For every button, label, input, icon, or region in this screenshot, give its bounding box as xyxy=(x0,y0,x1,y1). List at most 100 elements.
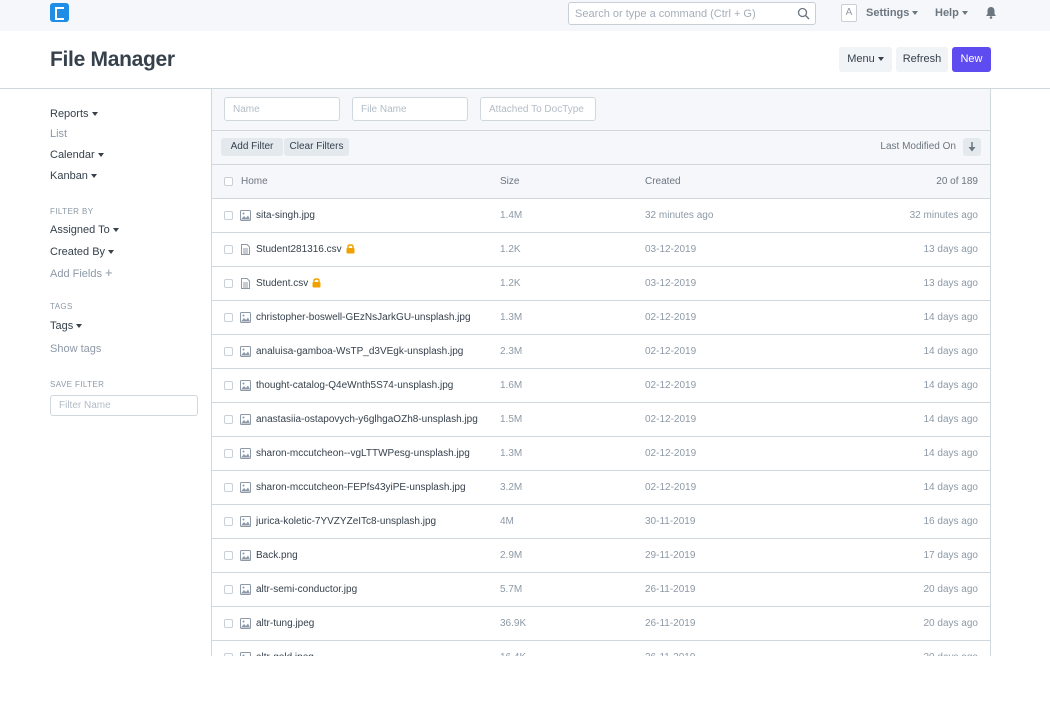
row-checkbox[interactable] xyxy=(224,619,233,628)
file-size: 1.3M xyxy=(500,448,523,459)
new-button[interactable]: New xyxy=(952,47,991,72)
table-row[interactable]: jurica-koletic-7YVZYZeITc8-unsplash.jpg 4… xyxy=(212,505,990,539)
add-fields-label: Add Fields xyxy=(50,268,102,280)
show-tags-link[interactable]: Show tags xyxy=(50,343,101,355)
bell-icon[interactable] xyxy=(985,6,997,19)
table-row[interactable]: anastasiia-ostapovych-y6glhgaOZh8-unspla… xyxy=(212,403,990,437)
help-dropdown[interactable]: Help xyxy=(935,7,968,19)
row-checkbox[interactable] xyxy=(224,585,233,594)
attached-to-doctype-filter-input[interactable] xyxy=(480,97,596,121)
row-checkbox[interactable] xyxy=(224,381,233,390)
file-name-filter-input[interactable] xyxy=(352,97,468,121)
sidebar-reports[interactable]: Reports xyxy=(50,108,98,120)
avatar[interactable]: A xyxy=(841,4,857,22)
filter-by-heading: FILTER BY xyxy=(50,207,94,216)
row-checkbox[interactable] xyxy=(224,551,233,560)
caret-down-icon xyxy=(97,153,104,158)
created-date: 02-12-2019 xyxy=(645,346,697,357)
add-fields-link[interactable]: Add Fields + xyxy=(50,265,113,280)
sidebar-list[interactable]: List xyxy=(50,128,67,140)
file-name-link[interactable]: Back.png xyxy=(256,550,298,561)
row-checkbox[interactable] xyxy=(224,483,233,492)
caret-down-icon xyxy=(961,11,968,16)
table-row[interactable]: Back.png 2.9M 29-11-2019 17 days ago xyxy=(212,539,990,573)
table-row[interactable]: sharon-mccutcheon-FEPfs43yiPE-unsplash.j… xyxy=(212,471,990,505)
file-name-link[interactable]: analuisa-gamboa-WsTP_d3VEgk-unsplash.jpg xyxy=(256,346,463,357)
file-name-link[interactable]: Student.csv xyxy=(256,278,308,289)
row-checkbox[interactable] xyxy=(224,653,233,656)
row-checkbox[interactable] xyxy=(224,279,233,288)
modified-time: 32 minutes ago xyxy=(909,210,978,221)
sidebar-assigned-to[interactable]: Assigned To xyxy=(50,224,119,236)
search-icon[interactable] xyxy=(797,7,810,20)
row-checkbox[interactable] xyxy=(224,415,233,424)
file-icon xyxy=(241,278,250,289)
refresh-button[interactable]: Refresh xyxy=(896,47,948,72)
file-name-link[interactable]: anastasiia-ostapovych-y6glhgaOZh8-unspla… xyxy=(256,414,478,425)
row-checkbox[interactable] xyxy=(224,449,233,458)
file-name-link[interactable]: sharon-mccutcheon--vgLTTWPesg-unsplash.j… xyxy=(256,448,470,459)
column-home[interactable]: Home xyxy=(241,176,268,187)
table-row[interactable]: christopher-boswell-GEzNsJarkGU-unsplash… xyxy=(212,301,990,335)
file-size: 2.9M xyxy=(500,550,523,561)
caret-down-icon xyxy=(112,228,119,233)
sidebar-tags[interactable]: Tags xyxy=(50,320,83,332)
sidebar-kanban[interactable]: Kanban xyxy=(50,170,97,182)
table-row[interactable]: thought-catalog-Q4eWnth5S74-unsplash.jpg… xyxy=(212,369,990,403)
modified-time: 20 days ago xyxy=(923,584,979,595)
assigned-to-label: Assigned To xyxy=(50,224,110,236)
file-name-link[interactable]: altr-tung.jpeg xyxy=(256,618,314,629)
file-name-link[interactable]: jurica-koletic-7YVZYZeITc8-unsplash.jpg xyxy=(256,516,436,527)
row-checkbox[interactable] xyxy=(224,517,233,526)
awesome-bar xyxy=(568,2,816,25)
name-filter-input[interactable] xyxy=(224,97,340,121)
file-name-link[interactable]: altr-gold.jpeg xyxy=(256,652,314,656)
created-date: 03-12-2019 xyxy=(645,278,697,289)
settings-dropdown[interactable]: Settings xyxy=(866,7,919,19)
navbar: A Settings Help xyxy=(0,0,1050,31)
created-date: 03-12-2019 xyxy=(645,244,697,255)
add-filter-button[interactable]: Add Filter xyxy=(221,138,283,156)
clear-filters-button[interactable]: Clear Filters xyxy=(284,138,349,156)
select-all-checkbox[interactable] xyxy=(224,177,233,186)
sidebar-calendar-label: Calendar xyxy=(50,149,95,161)
row-checkbox[interactable] xyxy=(224,211,233,220)
sidebar-created-by[interactable]: Created By xyxy=(50,246,115,258)
row-checkbox[interactable] xyxy=(224,245,233,254)
created-date: 29-11-2019 xyxy=(645,550,696,561)
caret-down-icon xyxy=(877,57,884,62)
table-row[interactable]: altr-gold.jpeg 16.4K 26-11-2019 20 days ago xyxy=(212,641,990,656)
file-name-link[interactable]: Student281316.csv xyxy=(256,244,342,255)
page-title: File Manager xyxy=(50,48,175,71)
file-name-link[interactable]: thought-catalog-Q4eWnth5S74-unsplash.jpg xyxy=(256,380,453,391)
menu-button[interactable]: Menu xyxy=(839,47,892,72)
file-size: 16.4K xyxy=(500,652,526,656)
sort-order-button[interactable] xyxy=(963,138,981,156)
app-logo[interactable] xyxy=(50,3,69,22)
table-row[interactable]: Student.csv 1.2K 03-12-2019 13 days ago xyxy=(212,267,990,301)
search-input[interactable] xyxy=(575,5,790,22)
row-checkbox[interactable] xyxy=(224,347,233,356)
filter-name-input[interactable] xyxy=(50,395,198,416)
file-name-link[interactable]: christopher-boswell-GEzNsJarkGU-unsplash… xyxy=(256,312,471,323)
image-icon xyxy=(240,448,251,459)
table-row[interactable]: sharon-mccutcheon--vgLTTWPesg-unsplash.j… xyxy=(212,437,990,471)
sort-selector[interactable]: Last Modified On xyxy=(880,141,956,152)
file-name-link[interactable]: sharon-mccutcheon-FEPfs43yiPE-unsplash.j… xyxy=(256,482,466,493)
file-size: 1.2K xyxy=(500,278,521,289)
image-icon xyxy=(240,414,251,425)
table-row[interactable]: altr-semi-conductor.jpg 5.7M 26-11-2019 20 … xyxy=(212,573,990,607)
sidebar-calendar[interactable]: Calendar xyxy=(50,149,104,161)
image-icon xyxy=(240,618,251,629)
tags-heading: TAGS xyxy=(50,302,73,311)
file-name-link[interactable]: sita-singh.jpg xyxy=(256,210,315,221)
table-row[interactable]: sita-singh.jpg 1.4M 32 minutes ago 32 minut… xyxy=(212,199,990,233)
file-size: 3.2M xyxy=(500,482,523,493)
modified-time: 16 days ago xyxy=(923,516,979,527)
row-checkbox[interactable] xyxy=(224,313,233,322)
file-size: 1.3M xyxy=(500,312,523,323)
table-row[interactable]: analuisa-gamboa-WsTP_d3VEgk-unsplash.jpg… xyxy=(212,335,990,369)
table-row[interactable]: altr-tung.jpeg 36.9K 26-11-2019 20 days ago xyxy=(212,607,990,641)
file-name-link[interactable]: altr-semi-conductor.jpg xyxy=(256,584,357,595)
table-row[interactable]: Student281316.csv 1.2K 03-12-2019 13 days a… xyxy=(212,233,990,267)
